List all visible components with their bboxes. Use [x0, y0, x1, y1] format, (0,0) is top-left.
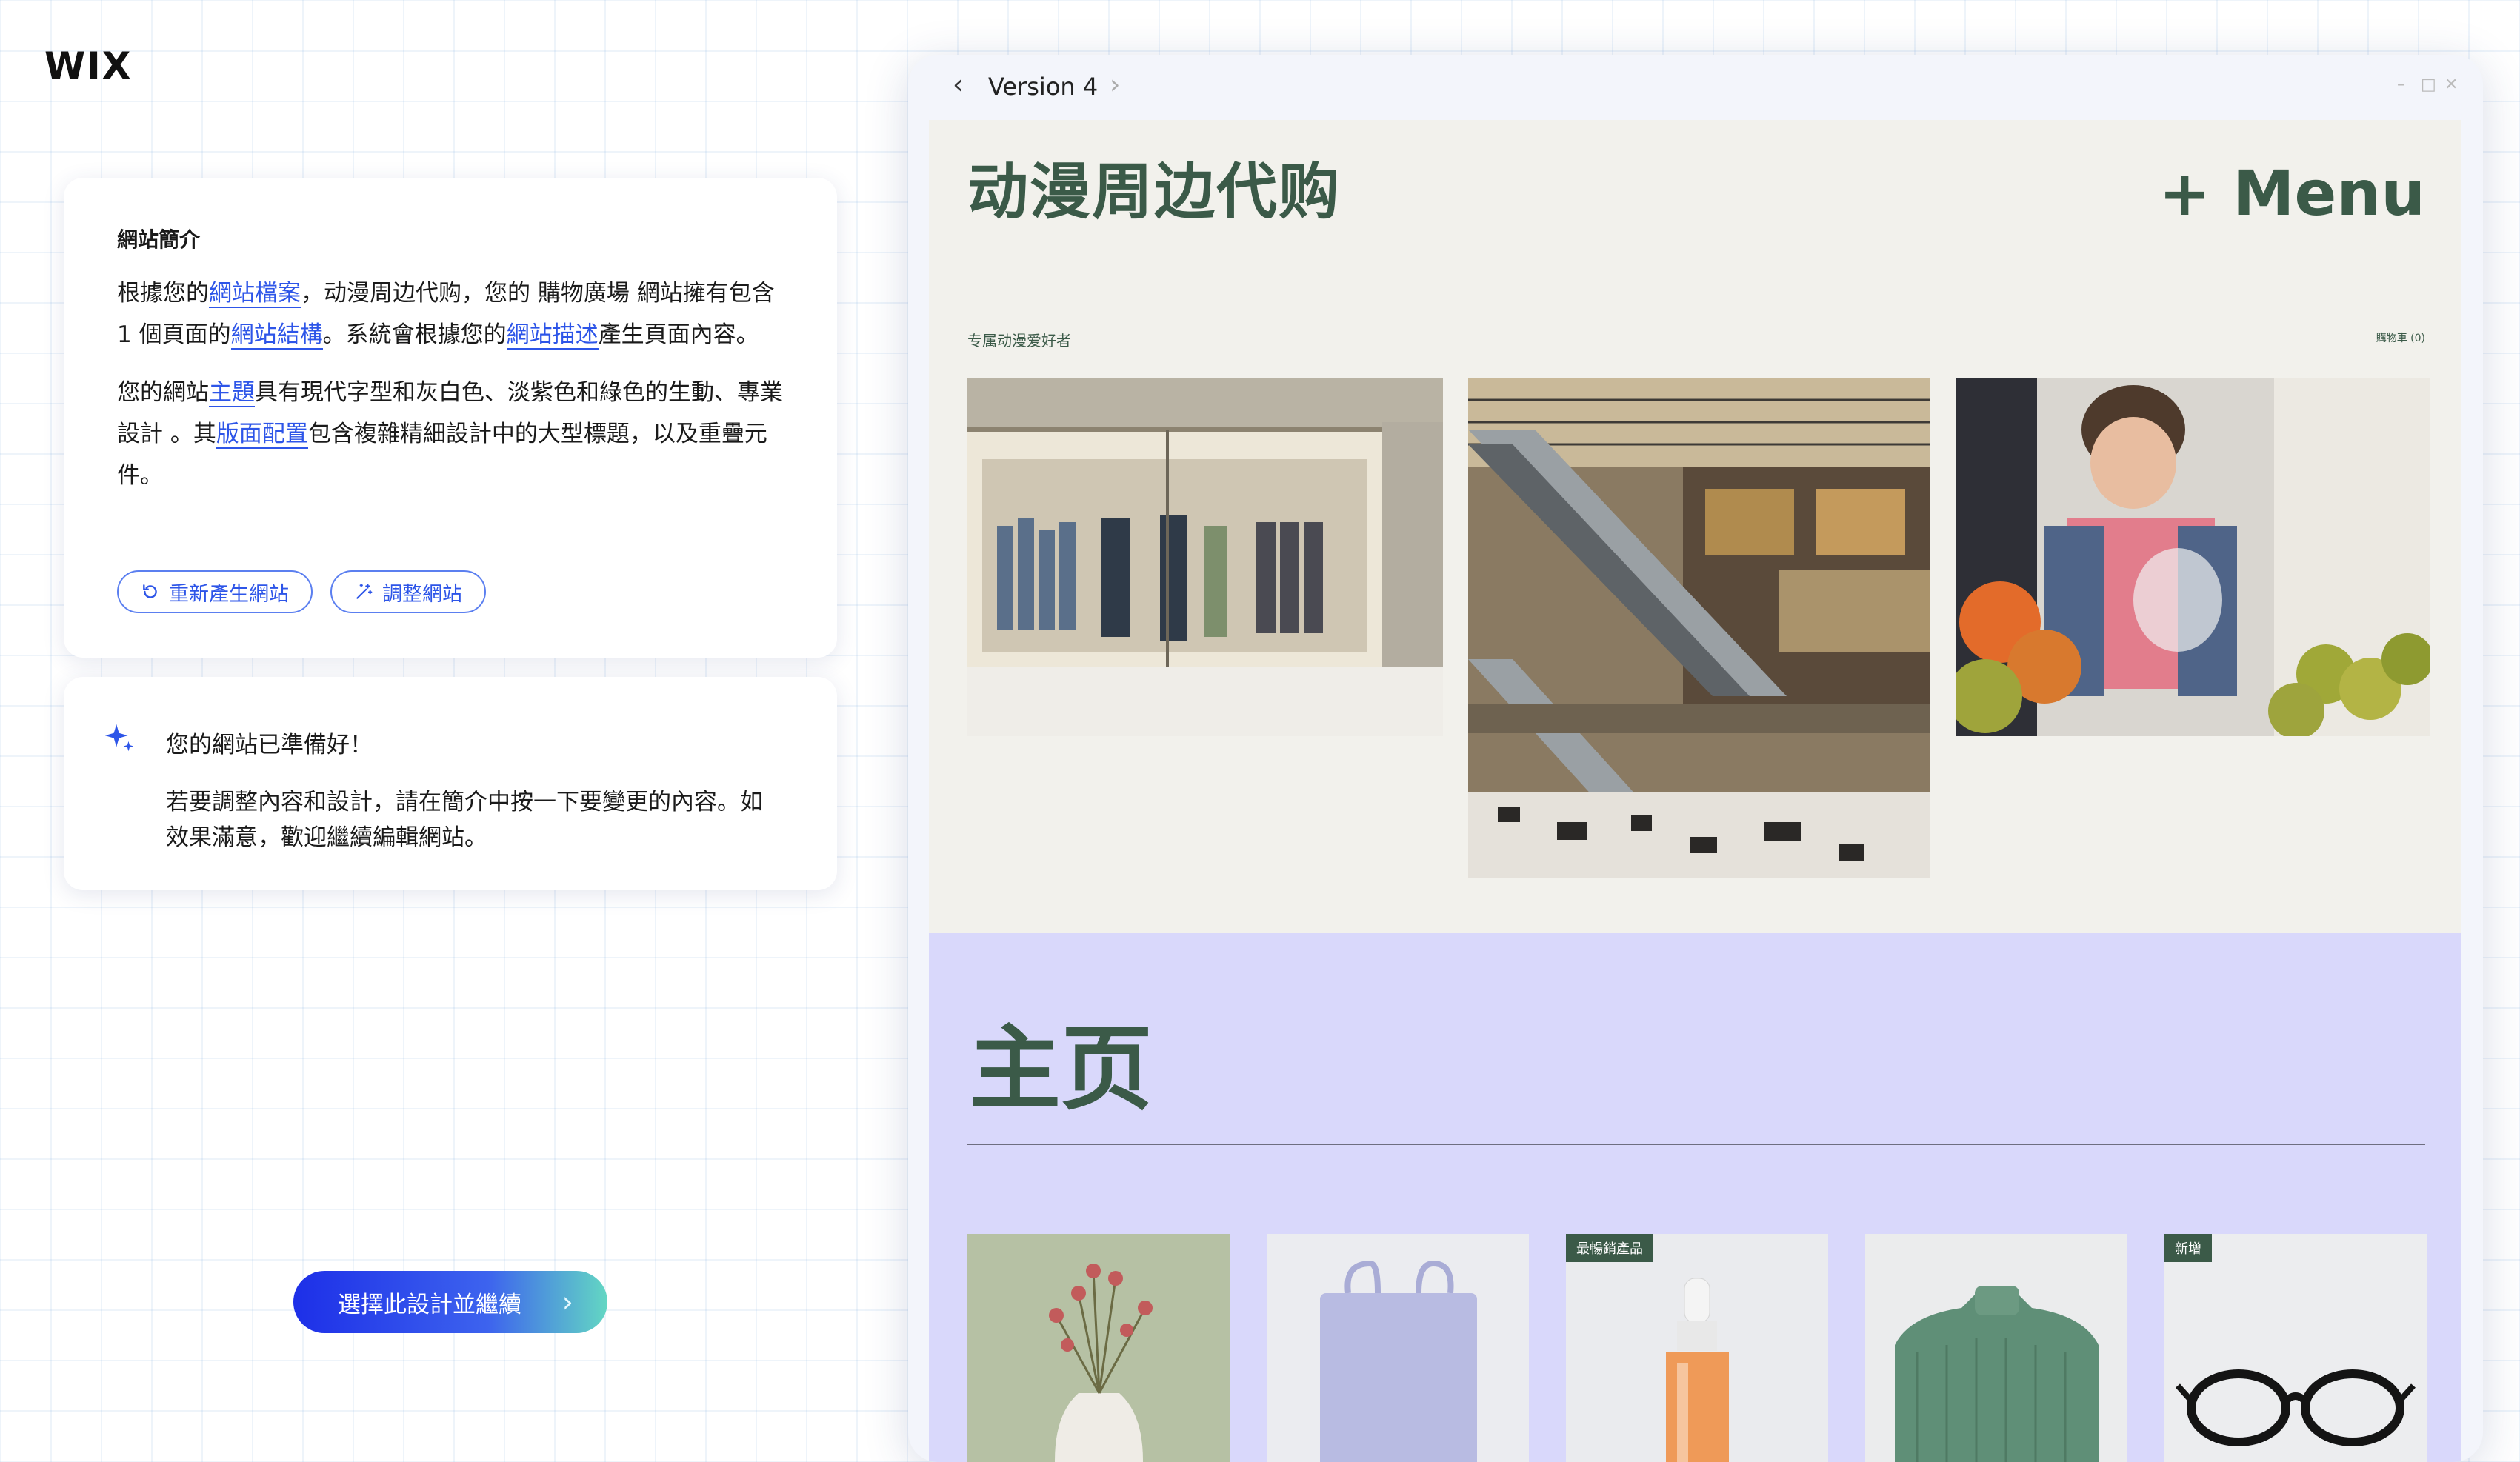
divider: [967, 1144, 2425, 1145]
product-card[interactable]: [1865, 1234, 2127, 1462]
layout-link[interactable]: 版面配置: [216, 421, 308, 449]
theme-link[interactable]: 主題: [209, 379, 255, 407]
black-eyeglasses-image: [2164, 1234, 2427, 1462]
ready-body: 若要調整內容和設計，請在簡介中按一下要變更的內容。如效果滿意，歡迎繼續編輯網站。: [166, 789, 763, 851]
close-icon[interactable]: ✕: [2444, 76, 2458, 94]
brief-paragraph-2: 您的網站主題具有現代字型和灰白色、淡紫色和綠色的生動、專業設計 。其版面配置包含…: [117, 372, 785, 496]
storefront-image: [967, 378, 1443, 736]
mall-escalator-image: [1468, 378, 1930, 878]
site-ready-card: 您的網站已準備好！ 若要調整內容和設計，請在簡介中按一下要變更的內容。如效果滿意…: [64, 677, 837, 890]
brief-text: 產生頁面內容。: [598, 321, 759, 348]
magic-wand-icon: [356, 584, 373, 599]
site-brief-card: 網站簡介 根據您的網站檔案，动漫周边代购，您的 購物廣場 網站擁有包含 1 個頁…: [64, 178, 837, 658]
child-shopping-image: [1956, 378, 2430, 736]
minimize-icon[interactable]: –: [2397, 76, 2405, 94]
cart-link[interactable]: 購物車 (0): [2376, 330, 2425, 345]
site-profile-link[interactable]: 網站檔案: [209, 280, 301, 308]
bestseller-badge: 最暢銷產品: [1566, 1234, 1653, 1262]
brief-text: 根據您的: [117, 280, 209, 307]
product-card[interactable]: 最暢銷產品: [1566, 1234, 1828, 1462]
maximize-icon[interactable]: □: [2421, 76, 2436, 94]
home-section: 主页 最暢銷產品 新增: [929, 933, 2461, 1462]
wix-logo: WIX: [44, 44, 133, 87]
brief-text: 。系統會根據您的: [322, 321, 507, 348]
version-bar: ‹ Version 4 › – □ ✕: [908, 55, 2483, 121]
new-badge: 新增: [2164, 1234, 2212, 1262]
green-knit-sweater-image: [1865, 1234, 2127, 1462]
version-label: Version 4: [988, 73, 1099, 101]
site-description-link[interactable]: 網站描述: [506, 321, 599, 350]
home-title: 主页: [969, 1016, 1153, 1123]
site-preview: 动漫周边代购 + Menu 专属动漫爱好者 購物車 (0) 主页 最暢銷產品 新…: [929, 120, 2461, 1462]
product-card[interactable]: 新增: [2164, 1234, 2427, 1462]
adjust-label: 調整網站: [382, 582, 462, 606]
adjust-site-button[interactable]: 調整網站: [330, 570, 486, 613]
preview-window: ‹ Version 4 › – □ ✕ 动漫周边代购 + Menu 专属动漫爱好…: [908, 55, 2483, 1462]
product-card[interactable]: [967, 1234, 1230, 1462]
menu-button[interactable]: + Menu: [2159, 157, 2425, 230]
choose-design-continue-button[interactable]: 選擇此設計並繼續 ›: [293, 1271, 607, 1333]
sparkle-icon: [104, 724, 134, 752]
previous-version-button[interactable]: ‹: [953, 70, 963, 100]
site-structure-link[interactable]: 網站結構: [230, 321, 323, 350]
product-card[interactable]: [1267, 1234, 1529, 1462]
site-tagline: 专属动漫爱好者: [967, 332, 1071, 350]
brief-title: 網站簡介: [117, 227, 201, 252]
refresh-icon: [143, 584, 157, 598]
brief-text: 您的網站: [117, 379, 209, 406]
dried-flower-vase-image: [967, 1234, 1230, 1462]
ready-title: 您的網站已準備好！: [166, 732, 373, 758]
regenerate-site-button[interactable]: 重新產生網站: [117, 570, 313, 613]
site-title: 动漫周边代购: [967, 157, 1341, 227]
cta-label: 選擇此設計並繼續: [338, 1291, 521, 1318]
chevron-right-icon: ›: [561, 1286, 573, 1318]
regenerate-label: 重新產生網站: [169, 582, 289, 606]
brief-paragraph-1: 根據您的網站檔案，动漫周边代购，您的 購物廣場 網站擁有包含 1 個頁面的網站結…: [117, 273, 785, 356]
hero-section: 动漫周边代购 + Menu 专属动漫爱好者 購物車 (0): [929, 120, 2461, 933]
next-version-button[interactable]: ›: [1110, 70, 1120, 100]
lavender-tote-bag-image: [1267, 1234, 1529, 1462]
serum-bottle-image: [1566, 1234, 1828, 1462]
